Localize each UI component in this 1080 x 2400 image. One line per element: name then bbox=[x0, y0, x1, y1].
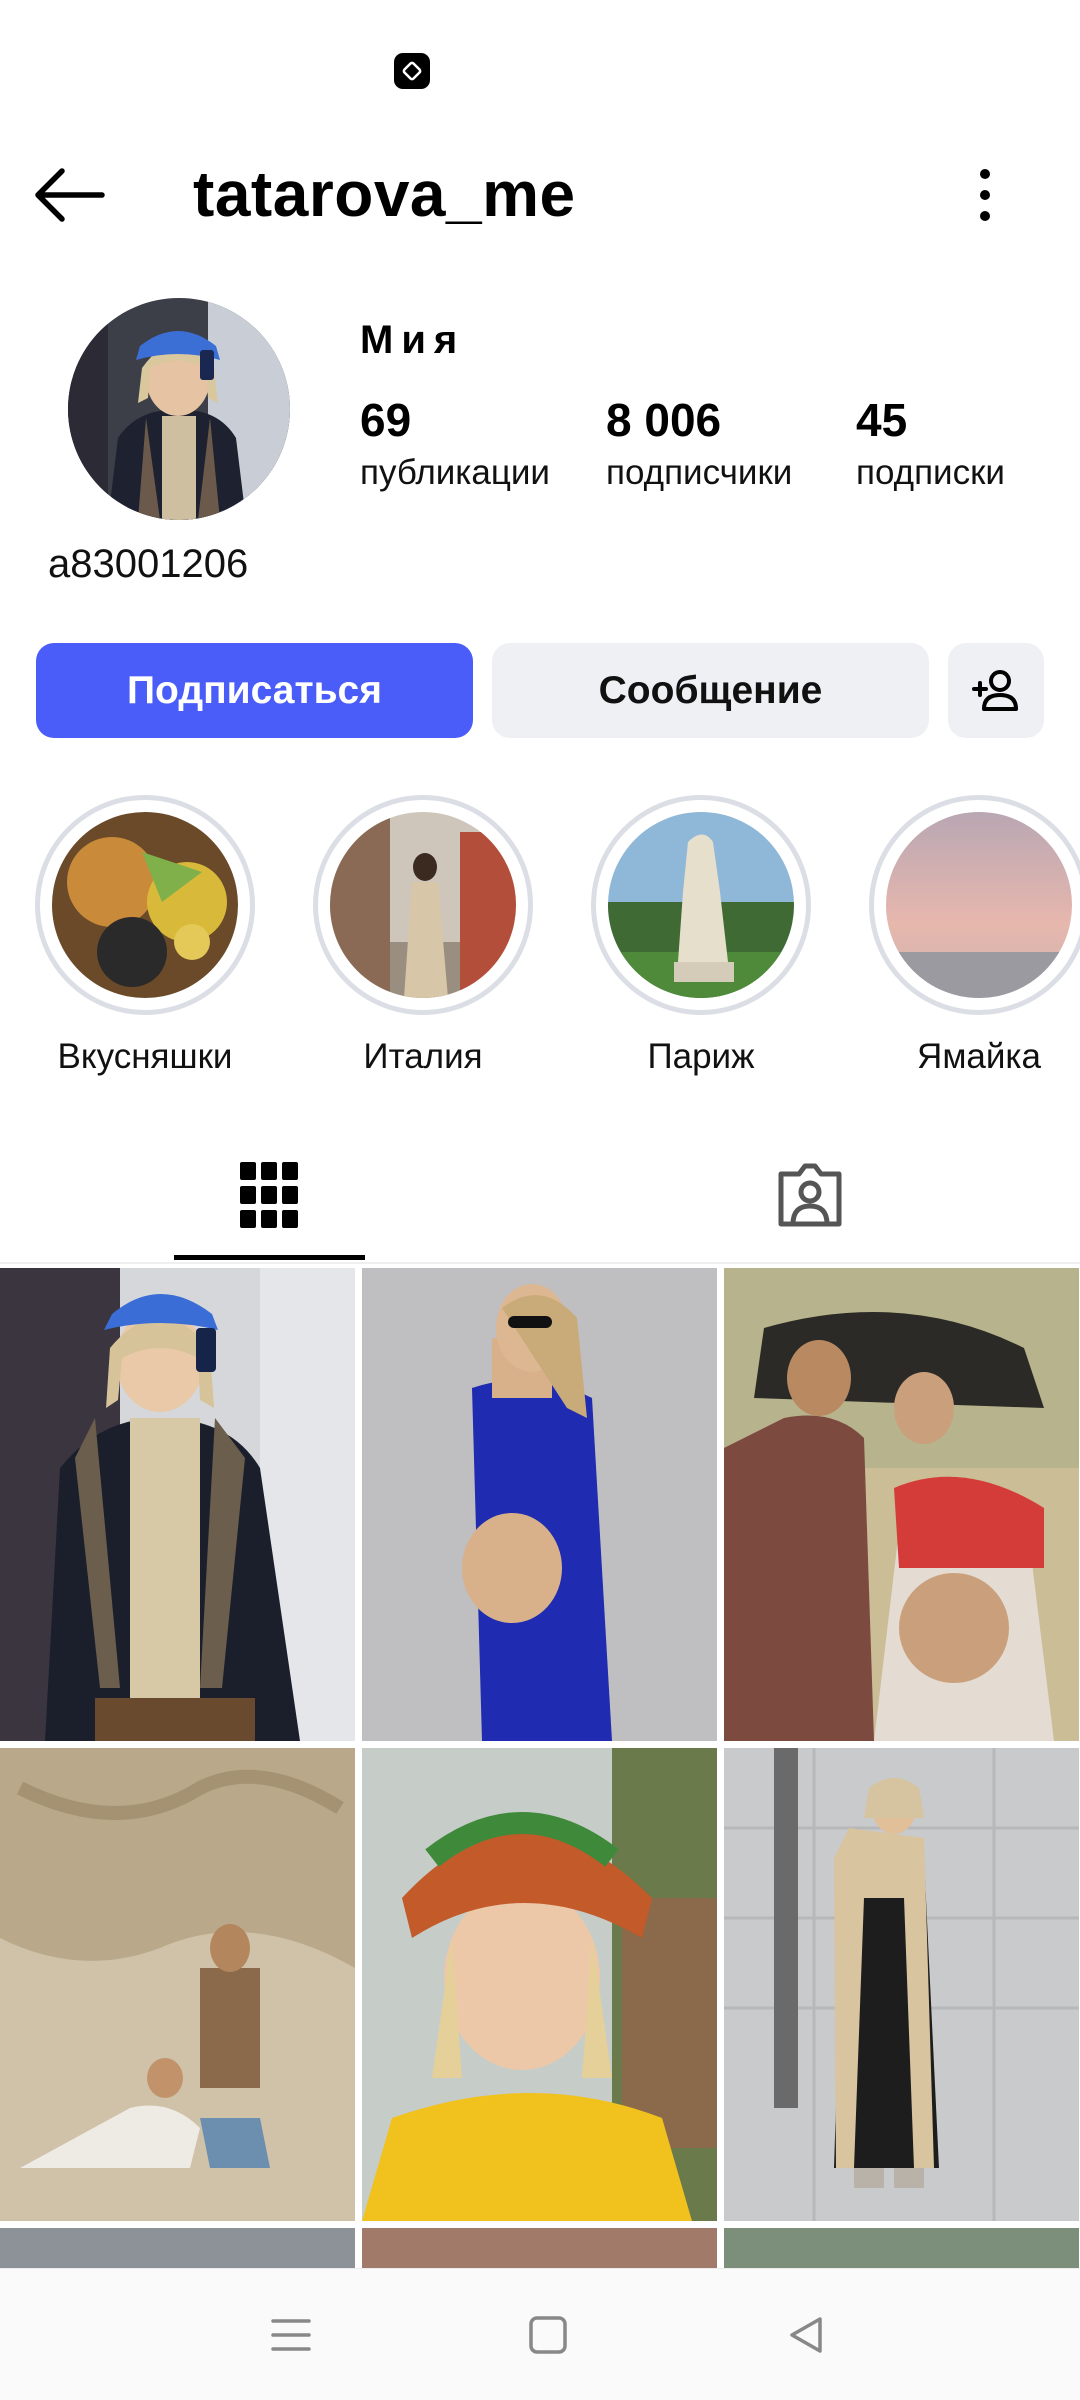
add-user-button[interactable] bbox=[948, 643, 1044, 738]
stat-following[interactable]: 45 подписки bbox=[856, 392, 1005, 496]
highlight-label: Ямайка bbox=[917, 1037, 1041, 1076]
post-thumbnail[interactable] bbox=[0, 1268, 355, 1741]
stat-posts-count: 69 bbox=[360, 394, 412, 446]
display-name: Мия bbox=[360, 318, 466, 362]
app-notification-icon bbox=[394, 53, 430, 89]
avatar[interactable] bbox=[68, 298, 290, 520]
grid-icon bbox=[240, 1162, 298, 1228]
nav-back-button[interactable] bbox=[776, 2305, 836, 2365]
nav-home-button[interactable] bbox=[518, 2305, 578, 2365]
arrow-left-icon bbox=[35, 168, 105, 222]
highlight-item[interactable]: Париж bbox=[586, 795, 816, 1077]
more-options-button[interactable] bbox=[955, 160, 1015, 230]
back-button[interactable] bbox=[30, 160, 110, 230]
nav-menu-button[interactable] bbox=[261, 2305, 321, 2365]
highlight-cover bbox=[330, 812, 516, 998]
highlight-ring bbox=[35, 795, 255, 1015]
highlight-label: Париж bbox=[647, 1037, 755, 1076]
post-thumbnail[interactable] bbox=[724, 1268, 1079, 1741]
stat-posts[interactable]: 69 публикации bbox=[360, 392, 550, 496]
menu-icon bbox=[271, 2319, 311, 2351]
stat-followers-label: подписчики bbox=[606, 453, 793, 492]
header: tatarova_me bbox=[0, 140, 1080, 250]
tabs-divider bbox=[0, 1262, 1080, 1264]
post-thumbnail[interactable] bbox=[0, 2228, 355, 2268]
tab-tagged[interactable] bbox=[715, 1130, 905, 1260]
highlight-label: Вкусняшки bbox=[57, 1037, 233, 1076]
bio-text: a83001206 bbox=[48, 542, 249, 586]
more-vertical-icon bbox=[980, 169, 990, 221]
tab-posts-grid[interactable] bbox=[174, 1130, 364, 1260]
highlight-cover bbox=[608, 812, 794, 998]
highlight-item[interactable]: Италия bbox=[308, 795, 538, 1077]
post-thumbnail[interactable] bbox=[362, 2228, 717, 2268]
highlight-ring bbox=[313, 795, 533, 1015]
triangle-back-icon bbox=[790, 2317, 822, 2353]
highlight-label: Италия bbox=[363, 1037, 483, 1076]
highlight-ring bbox=[869, 795, 1080, 1015]
message-button[interactable]: Сообщение bbox=[492, 643, 929, 738]
active-tab-indicator bbox=[174, 1255, 365, 1260]
stat-followers[interactable]: 8 006 подписчики bbox=[606, 392, 792, 496]
stat-following-count: 45 bbox=[856, 394, 908, 446]
follow-button[interactable]: Подписаться bbox=[36, 643, 473, 738]
post-thumbnail[interactable] bbox=[362, 1748, 717, 2221]
system-navigation-bar bbox=[0, 2268, 1080, 2400]
stat-posts-label: публикации bbox=[360, 453, 550, 492]
highlight-item[interactable]: Ямайка bbox=[864, 795, 1080, 1077]
post-thumbnail[interactable] bbox=[724, 2228, 1079, 2268]
add-user-icon bbox=[972, 669, 1018, 711]
highlight-cover bbox=[886, 812, 1072, 998]
tagged-icon bbox=[778, 1163, 842, 1227]
profile-screen: tatarova_me Мия 69 публикации 8 006 подп… bbox=[0, 0, 1080, 2400]
profile-username-title: tatarova_me bbox=[193, 158, 576, 230]
stat-followers-count: 8 006 bbox=[606, 394, 722, 446]
highlight-item[interactable]: Вкусняшки bbox=[30, 795, 260, 1077]
highlight-cover bbox=[52, 812, 238, 998]
square-icon bbox=[529, 2316, 567, 2354]
post-thumbnail[interactable] bbox=[362, 1268, 717, 1741]
post-thumbnail[interactable] bbox=[724, 1748, 1079, 2221]
status-bar bbox=[0, 0, 1080, 130]
stat-following-label: подписки bbox=[856, 453, 1005, 492]
highlight-ring bbox=[591, 795, 811, 1015]
post-thumbnail[interactable] bbox=[0, 1748, 355, 2221]
